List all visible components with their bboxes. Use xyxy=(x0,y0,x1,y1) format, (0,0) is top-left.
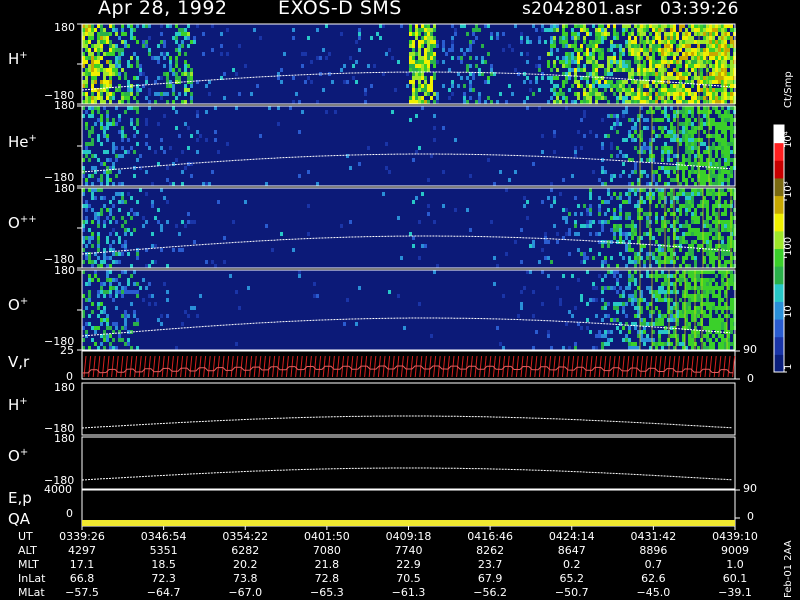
o-line-panel-frame xyxy=(81,436,736,490)
table-cell: 8647 xyxy=(557,544,586,557)
table-cell: −61.3 xyxy=(391,586,426,599)
h-line-panel-frame xyxy=(81,382,736,436)
table-cell: 4297 xyxy=(68,544,96,557)
table-cell: 18.5 xyxy=(151,558,176,571)
table-cell: −39.1 xyxy=(718,586,752,599)
colorbar-tick-10000: 10⁴ xyxy=(783,131,794,148)
tick-hline-top: 180 xyxy=(54,381,75,394)
tick-ep-left: 4000 xyxy=(44,483,72,496)
colorbar-swatch xyxy=(774,319,784,338)
table-cell: 0416:46 xyxy=(467,530,513,543)
table-cell: −56.2 xyxy=(473,586,507,599)
footer-stamp: Feb-01 2AA xyxy=(783,540,794,598)
table-cell: 5351 xyxy=(149,544,178,557)
tick-opp-top: 180 xyxy=(54,182,75,195)
table-cell: −45.0 xyxy=(636,586,671,599)
panel-label-h-plus: H+ xyxy=(8,50,28,68)
colorbar-swatch xyxy=(774,266,784,285)
colorbar-swatch xyxy=(774,160,784,179)
table-row-label: UT xyxy=(18,530,33,543)
table-cell: 0.7 xyxy=(644,558,663,571)
table-cell: 8896 xyxy=(639,544,668,557)
colorbar-swatch xyxy=(774,195,784,214)
colorbar-swatch xyxy=(774,283,784,302)
colorbar-swatch xyxy=(774,213,784,232)
table-cell: 0424:14 xyxy=(548,530,595,543)
tick-h-top: 180 xyxy=(54,21,75,34)
panel-label-qa: QA xyxy=(8,510,31,528)
table-cell: 1.0 xyxy=(726,558,744,571)
table-cell: 0339:26 xyxy=(59,530,105,543)
table-cell: −64.7 xyxy=(146,586,181,599)
panel-label-vr: V,r xyxy=(8,353,30,371)
table-cell: 17.1 xyxy=(69,558,95,571)
table-cell: −65.3 xyxy=(310,586,344,599)
table-cell: 7740 xyxy=(394,544,423,557)
colorbar-unit: Ct/Smp xyxy=(783,71,794,108)
tick-vr-left-top: 25 xyxy=(60,344,74,357)
panel-label-h-line: H+ xyxy=(8,396,28,414)
table-cell: 0409:18 xyxy=(385,530,432,543)
table-cell: 67.9 xyxy=(477,572,503,585)
table-cell: 70.5 xyxy=(396,572,421,585)
table-cell: 73.8 xyxy=(233,572,258,585)
table-cell: 7080 xyxy=(312,544,341,557)
table-cell: −50.7 xyxy=(554,586,589,599)
panel-label-o-plusplus: O++ xyxy=(8,214,37,232)
table-cell: 72.8 xyxy=(314,572,340,585)
table-cell: 20.2 xyxy=(233,558,258,571)
table-cell: 0346:54 xyxy=(140,530,187,543)
table-cell: 21.8 xyxy=(314,558,340,571)
spectrogram-figure: Apr 28, 1992 EXOS-D SMS s2042801.asr 03:… xyxy=(0,0,800,600)
table-cell: 23.7 xyxy=(477,558,503,571)
table-cell: 66.8 xyxy=(69,572,95,585)
table-cell: 0431:42 xyxy=(630,530,677,543)
table-row-label: ALT xyxy=(18,544,37,557)
colorbar-tick-1000: 10³ xyxy=(783,181,794,198)
tick-oline-top: 180 xyxy=(54,432,75,445)
tick-op-top: 180 xyxy=(54,264,75,277)
colorbar-swatch xyxy=(774,336,784,355)
tick-qa-right: 0 xyxy=(747,510,754,523)
table-cell: 62.6 xyxy=(641,572,666,585)
tick-vr-right-top: 90 xyxy=(743,343,757,356)
panel-label-o-plus: O+ xyxy=(8,296,29,314)
colorbar-tick-1: 1 xyxy=(783,363,794,370)
table-cell: −67.0 xyxy=(228,586,263,599)
table-row-label: InLat xyxy=(18,572,46,585)
table-cell: 0354:22 xyxy=(222,530,269,543)
tick-qa-left: 0 xyxy=(66,507,73,520)
table-cell: 0.2 xyxy=(563,558,581,571)
table-cell: 8262 xyxy=(476,544,505,557)
table-cell: 9009 xyxy=(721,544,749,557)
table-cell: 22.9 xyxy=(396,558,421,571)
panel-label-o-line: O+ xyxy=(8,447,29,465)
colorbar-tick-100: 100 xyxy=(783,236,794,256)
table-cell: 72.3 xyxy=(151,572,176,585)
table-cell: 0401:50 xyxy=(304,530,350,543)
panel-label-he-plus: He+ xyxy=(8,133,37,151)
plot-canvas xyxy=(77,23,787,530)
table-cell: 65.2 xyxy=(559,572,585,585)
table-cell: −57.5 xyxy=(65,586,99,599)
table-cell: 6282 xyxy=(231,544,260,557)
tick-ep-right: 90 xyxy=(743,482,757,495)
table-row-label: MLat xyxy=(18,586,45,599)
table-cell: 60.1 xyxy=(722,572,748,585)
table-row-label: MLT xyxy=(18,558,39,571)
tick-he-top: 180 xyxy=(54,99,75,112)
table-cell: 0439:10 xyxy=(712,530,758,543)
tick-vr-right-bottom: 0 xyxy=(747,372,754,385)
panel-label-ep: E,p xyxy=(8,489,32,507)
qa-bar xyxy=(82,520,735,526)
colorbar-tick-10: 10 xyxy=(783,305,794,318)
